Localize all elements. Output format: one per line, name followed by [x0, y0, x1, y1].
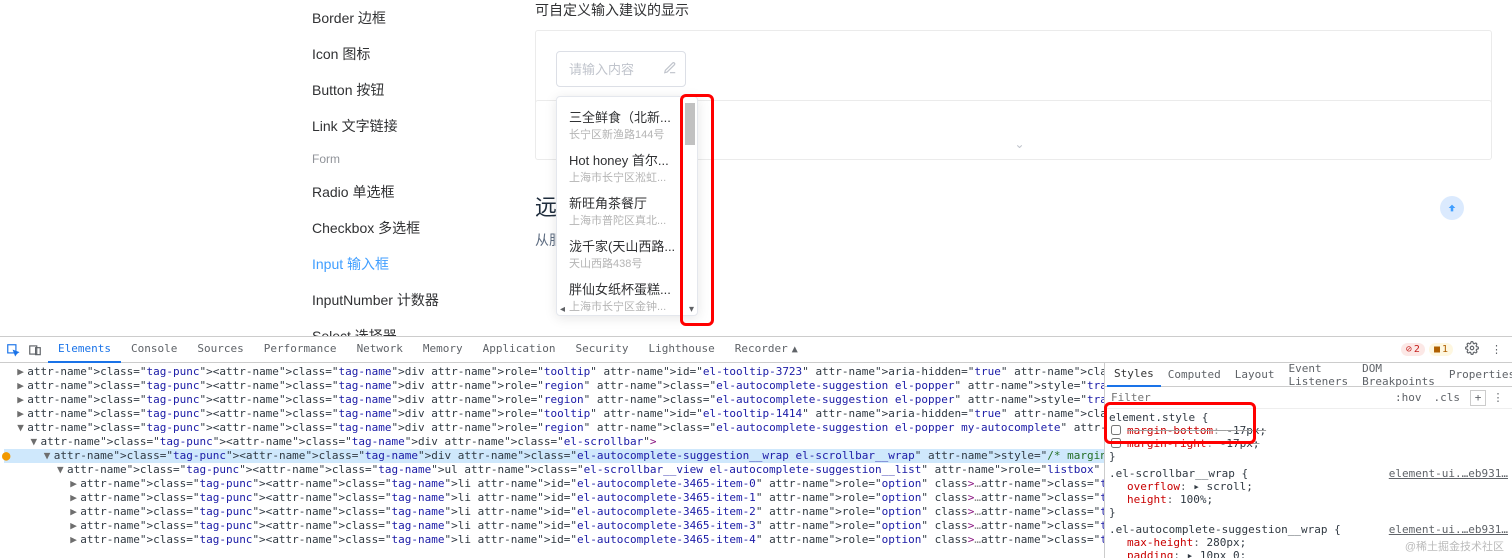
styles-tab[interactable]: Layout [1228, 363, 1282, 387]
style-rule[interactable]: element-ui.…eb931….el-scrollbar__wrap {o… [1109, 467, 1508, 519]
element-node[interactable]: ▶attr-name">class="tag-punc"><attr-name"… [4, 365, 1104, 379]
suggestion-item[interactable]: Hot honey 首尔...上海市长宁区淞虹... [557, 146, 697, 189]
chevron-down-icon[interactable]: ⌄ [1014, 137, 1026, 151]
element-node[interactable]: ▼attr-name">class="tag-punc"><attr-name"… [4, 435, 1104, 449]
autocomplete-input-wrapper [556, 51, 686, 87]
more-styles-icon[interactable]: ⋮ [1490, 390, 1506, 406]
sidebar: Border 边框Icon 图标Button 按钮Link 文字链接 Form … [312, 0, 512, 354]
suggestion-address: 上海市普陀区真北... [569, 212, 685, 228]
autocomplete-input[interactable] [569, 52, 655, 86]
scrollbar-thumb[interactable] [685, 103, 695, 145]
devtools-tab-lighthouse[interactable]: Lighthouse [639, 337, 725, 363]
suggestion-item[interactable]: 泷千家(天山西路...天山西路438号 [557, 232, 697, 275]
sidebar-item[interactable]: InputNumber 计数器 [312, 282, 512, 318]
suggestion-address: 天山西路438号 [569, 255, 685, 271]
suggestion-name: 泷千家(天山西路... [569, 236, 685, 255]
suggestion-item[interactable]: 新旺角茶餐厅上海市普陀区真北... [557, 189, 697, 232]
element-node[interactable]: ▼attr-name">class="tag-punc"><attr-name"… [4, 463, 1104, 477]
styles-tab[interactable]: DOM Breakpoints [1355, 363, 1442, 387]
devtools-tab-security[interactable]: Security [566, 337, 639, 363]
devtools-tab-application[interactable]: Application [473, 337, 566, 363]
source-link[interactable]: element-ui.…eb931… [1389, 467, 1508, 480]
recorder-badge-icon: ▲ [792, 344, 798, 355]
suggestion-address: 长宁区新渔路144号 [569, 126, 685, 142]
sidebar-item[interactable]: Button 按钮 [312, 72, 512, 108]
styles-filter-row: :hov .cls + ⋮ [1105, 387, 1512, 409]
style-rule[interactable]: element.style {margin-bottom: -17px;marg… [1109, 411, 1508, 463]
settings-icon[interactable] [1465, 341, 1479, 358]
suggestion-name: 胖仙女纸杯蛋糕... [569, 279, 685, 298]
suggestion-name: 三全鲜食（北新... [569, 107, 685, 126]
source-link[interactable]: element-ui.…eb931… [1389, 523, 1508, 536]
section-title: 可自定义输入建议的显示 [535, 0, 1492, 20]
device-toggle-icon[interactable] [26, 341, 44, 359]
suggestion-item[interactable]: 三全鲜食（北新...长宁区新渔路144号 [557, 103, 697, 146]
element-node[interactable]: ▶attr-name">class="tag-punc"><attr-name"… [4, 519, 1104, 533]
devtools-panel: ElementsConsoleSourcesPerformanceNetwork… [0, 336, 1512, 558]
property-toggle[interactable] [1111, 438, 1121, 448]
devtools-tab-elements[interactable]: Elements [48, 337, 121, 363]
devtools-tab-recorder[interactable]: Recorder [725, 337, 798, 363]
more-icon[interactable]: ⋮ [1491, 343, 1502, 356]
element-node[interactable]: ▶attr-name">class="tag-punc"><attr-name"… [4, 379, 1104, 393]
styles-tab[interactable]: Styles [1107, 363, 1161, 387]
styles-tab[interactable]: Computed [1161, 363, 1228, 387]
scroll-top-button[interactable] [1440, 196, 1464, 220]
element-node[interactable]: ▶attr-name">class="tag-punc"><attr-name"… [4, 505, 1104, 519]
styles-tab[interactable]: Properties [1442, 363, 1512, 387]
devtools-tab-sources[interactable]: Sources [187, 337, 253, 363]
devtools-tab-console[interactable]: Console [121, 337, 187, 363]
suggestion-scroll-wrap[interactable]: 三全鲜食（北新...长宁区新渔路144号Hot honey 首尔...上海市长宁… [557, 97, 697, 315]
edit-icon[interactable] [663, 61, 677, 78]
styles-filter-input[interactable] [1111, 391, 1389, 404]
element-node[interactable]: ▶attr-name">class="tag-punc"><attr-name"… [4, 477, 1104, 491]
element-node[interactable]: ▶attr-name">class="tag-punc"><attr-name"… [4, 393, 1104, 407]
element-node[interactable]: ● ▼attr-name">class="tag-punc"><attr-nam… [4, 449, 1104, 463]
property-toggle[interactable] [1111, 425, 1121, 435]
suggestion-name: 新旺角茶餐厅 [569, 193, 685, 212]
devtools-tab-memory[interactable]: Memory [413, 337, 473, 363]
suggestion-address: 上海市长宁区淞虹... [569, 169, 685, 185]
element-node[interactable]: ▶attr-name">class="tag-punc"><attr-name"… [4, 407, 1104, 421]
elements-tree[interactable]: ▶attr-name">class="tag-punc"><attr-name"… [0, 363, 1104, 558]
error-count[interactable]: ⊘ 2 [1401, 343, 1425, 356]
devtools-tabs: ElementsConsoleSourcesPerformanceNetwork… [0, 337, 1512, 363]
new-style-rule-icon[interactable]: + [1470, 390, 1486, 406]
sidebar-item[interactable]: Link 文字链接 [312, 108, 512, 144]
sidebar-group-form: Form [312, 144, 512, 174]
autocomplete-suggestions: 三全鲜食（北新...长宁区新渔路144号Hot honey 首尔...上海市长宁… [556, 96, 698, 316]
inspect-icon[interactable] [4, 341, 22, 359]
warning-count[interactable]: ■ 1 [1429, 343, 1453, 356]
sidebar-item[interactable]: Icon 图标 [312, 36, 512, 72]
styles-tab[interactable]: Event Listeners [1281, 363, 1355, 387]
suggestion-address: 上海市长宁区金钟... [569, 298, 685, 314]
cls-toggle[interactable]: .cls [1428, 391, 1467, 404]
devtools-tab-network[interactable]: Network [347, 337, 413, 363]
scroll-down-icon[interactable]: ▾ [689, 304, 694, 315]
sidebar-item[interactable]: Border 边框 [312, 0, 512, 36]
hov-toggle[interactable]: :hov [1389, 391, 1428, 404]
suggestion-name: Hot honey 首尔... [569, 150, 685, 169]
sidebar-item[interactable]: Checkbox 多选框 [312, 210, 512, 246]
suggestion-item[interactable]: 胖仙女纸杯蛋糕...上海市长宁区金钟... [557, 275, 697, 315]
sidebar-item[interactable]: Radio 单选框 [312, 174, 512, 210]
devtools-tab-performance[interactable]: Performance [254, 337, 347, 363]
heading-remote: 远 [535, 190, 557, 222]
element-node[interactable]: ▶attr-name">class="tag-punc"><attr-name"… [4, 533, 1104, 547]
sidebar-item[interactable]: Input 输入框 [312, 246, 512, 282]
style-rule[interactable]: element-ui.…eb931….el-autocomplete-sugge… [1109, 523, 1508, 558]
scroll-left-icon[interactable]: ◂ [560, 304, 565, 315]
element-node[interactable]: ▼attr-name">class="tag-punc"><attr-name"… [4, 421, 1104, 435]
styles-pane: StylesComputedLayoutEvent ListenersDOM B… [1104, 363, 1512, 558]
element-node[interactable]: ▶attr-name">class="tag-punc"><attr-name"… [4, 491, 1104, 505]
